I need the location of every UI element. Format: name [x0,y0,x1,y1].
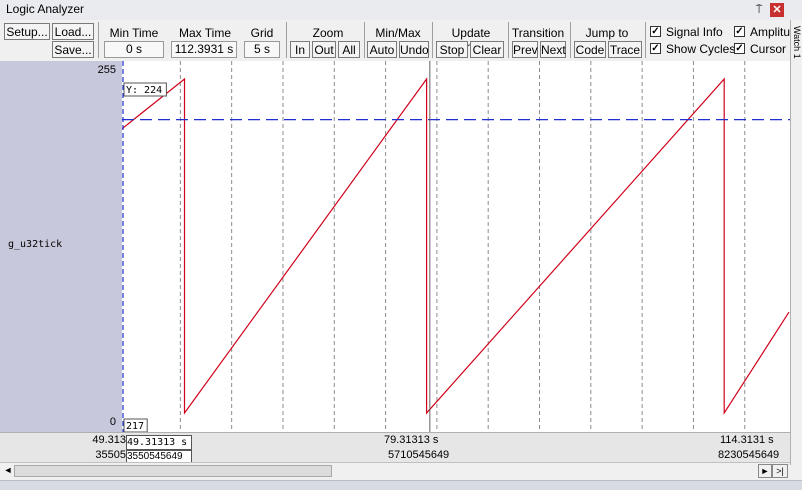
grid-label: Grid [250,26,274,40]
separator [98,22,99,58]
signal-info-label: Signal Info [666,25,723,39]
save-button[interactable]: Save... [52,41,94,58]
y-value-label: Y: 224 [123,82,167,97]
separator [432,22,433,58]
trace-button[interactable]: Trace [608,41,642,58]
cursor-label: Cursor [750,42,787,56]
separator [508,22,509,58]
signal-name-panel: g_u32tick 255 0 [0,61,122,432]
grid-value: 5 s [244,41,280,58]
mid-time-label: 79.31313 s [384,434,439,446]
toolbar: Setup... Load... Save... Min Time 0 s Ma… [0,20,790,60]
waveform-plot[interactable]: Y: 224 217 [122,61,790,432]
amplitude-label: Amplitu [750,25,790,39]
jump-to-label: Jump to [585,26,629,40]
clear-button[interactable]: Clear [470,41,504,58]
y-max-label: 255 [97,64,116,76]
cursor-checkbox[interactable]: ✓ [734,43,745,54]
transition-label: Transition [511,26,565,40]
window-title: Logic Analyzer [6,2,85,16]
horizontal-scrollbar[interactable]: ◄ ► >| [0,462,790,478]
prev-button[interactable]: Prev [512,41,538,58]
code-button[interactable]: Code [574,41,606,58]
auto-button[interactable]: Auto [367,41,397,58]
min-time-value: 0 s [104,41,164,58]
zoom-all-button[interactable]: All [338,41,360,58]
separator [364,22,365,58]
pin-icon[interactable]: ⍑ [752,3,766,17]
minmax-label: Min/Max [375,26,421,40]
right-time-label: 114.3131 s [720,434,774,446]
amplitude-checkbox[interactable]: ✓ [734,26,745,37]
left-cycles-label: 35505 [95,449,126,461]
scrollbar-thumb[interactable] [14,465,332,477]
y-value-label-text: Y: 224 [126,85,162,96]
next-button[interactable]: Next [540,41,566,58]
watch-tab-label[interactable]: Watch 1 [792,26,802,59]
separator [645,22,646,58]
scroll-end-icon[interactable]: >| [772,464,788,478]
mid-cycles-label: 5710545649 [388,449,450,461]
y-min-label: 0 [109,416,116,428]
right-cycles-label: 8230545649 [718,449,780,461]
zoom-out-button[interactable]: Out [312,41,336,58]
close-icon[interactable]: ✕ [770,3,784,17]
signal-info-checkbox[interactable]: ✓ [650,26,661,37]
load-button[interactable]: Load... [52,23,94,40]
watch-panel-edge: Watch 1 [790,20,802,465]
zoom-label: Zoom [312,26,344,40]
time-axis-footer: 49.313 35505 49.31313 s 3550545649 79.31… [0,432,790,464]
left-time-label: 49.313 [92,434,126,446]
zoom-in-button[interactable]: In [290,41,310,58]
stop-button[interactable]: Stop [436,41,468,58]
setup-button[interactable]: Setup... [4,23,50,40]
cursor-value-label: 217 [123,418,148,432]
scroll-right-icon[interactable]: ► [758,464,772,478]
title-bar [0,0,802,21]
scroll-left-icon[interactable]: ◄ [2,464,14,476]
plot-background [122,61,790,432]
separator [570,22,571,58]
show-cycles-checkbox[interactable]: ✓ [650,43,661,54]
cursor-value-label-text: 217 [126,421,144,432]
undo-button[interactable]: Undo [399,41,429,58]
cursor-time-box: 49.31313 s [126,435,192,450]
show-cycles-label: Show Cycles [666,42,736,56]
max-time-value: 112.3931 s [171,41,237,58]
signal-name[interactable]: g_u32tick [8,239,62,250]
max-time-label: Max Time [178,26,231,40]
separator [286,22,287,58]
min-time-label: Min Time [109,26,159,40]
